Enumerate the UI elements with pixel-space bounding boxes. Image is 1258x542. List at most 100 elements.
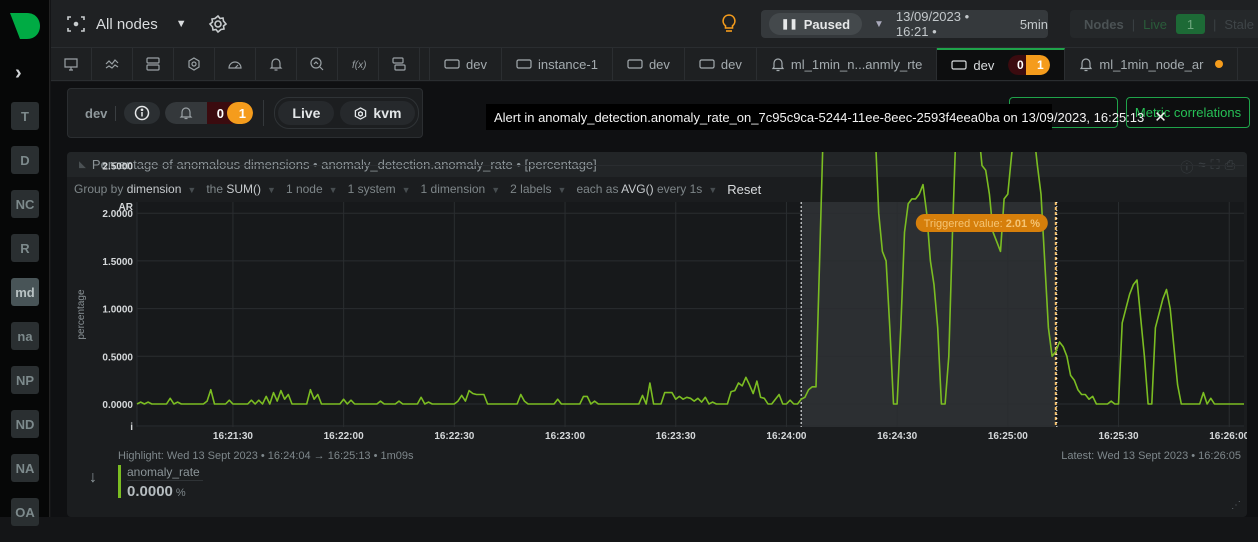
kubernetes-icon xyxy=(186,56,202,72)
main-content: dev 0 1 Live kvm Alert in anomaly_detect… xyxy=(51,82,1258,517)
live-count-badge[interactable]: 1 xyxy=(1176,14,1205,34)
lightbulb-icon[interactable] xyxy=(721,14,737,34)
latest-timestamp: Latest: Wed 13 Sept 2023 • 16:26:05 xyxy=(1061,450,1241,462)
tab-ml-1min-node-ar[interactable]: ml_1min_node_ar xyxy=(1065,48,1238,80)
kvm-button[interactable]: kvm xyxy=(340,101,415,125)
close-icon[interactable]: ✕ xyxy=(1154,108,1167,126)
tab-label: dev xyxy=(649,57,670,72)
nodes-status: Nodes | Live 1 | Stale xyxy=(1070,10,1258,38)
resize-handle-icon[interactable]: ⋰ xyxy=(1231,500,1241,511)
highlight-info: Highlight: Wed 13 Sept 2023 • 16:24:04 →… xyxy=(118,450,414,462)
x-tick-label: 16:22:00 xyxy=(324,431,364,442)
x-tick-label: 16:23:00 xyxy=(545,431,585,442)
chart-footer: Highlight: Wed 13 Sept 2023 • 16:24:04 →… xyxy=(67,447,1247,517)
chevron-down-icon[interactable]: ▼ xyxy=(874,19,884,30)
tab-divider xyxy=(420,48,430,80)
tab-label: dev xyxy=(466,57,487,72)
node-name: dev xyxy=(85,106,116,121)
space-np[interactable]: NP xyxy=(11,366,39,394)
tab-label: instance-1 xyxy=(538,57,598,72)
charts-icon xyxy=(104,56,120,72)
bell-icon xyxy=(1079,56,1093,72)
tab-label: dev xyxy=(973,58,994,73)
nodes-icon xyxy=(145,56,161,72)
tab-ml-1min-n-anmly-rte[interactable]: ml_1min_n...anmly_rte xyxy=(757,48,938,80)
y-tick-label: 0.0000 xyxy=(102,400,133,411)
info-icon xyxy=(134,105,150,121)
tab-dev[interactable]: dev xyxy=(613,48,685,80)
x-tick-label: 16:22:30 xyxy=(434,431,474,442)
tab-anomalies[interactable] xyxy=(297,48,338,80)
play-status: Paused xyxy=(804,17,850,32)
time-range-start[interactable]: 13/09/2023 • 16:21 • xyxy=(896,9,990,39)
pause-icon: ❚❚ xyxy=(781,19,798,30)
tab-dev[interactable]: dev xyxy=(685,48,757,80)
functions-icon: f(x) xyxy=(350,56,366,72)
node-icon xyxy=(516,58,532,70)
tab-events[interactable] xyxy=(379,48,420,80)
nodes-label: Nodes xyxy=(1084,17,1124,32)
tab-nodes[interactable] xyxy=(133,48,174,80)
tab-monitor[interactable] xyxy=(51,48,92,80)
live-status-button[interactable]: Live xyxy=(278,101,334,125)
space-d[interactable]: D xyxy=(11,146,39,174)
space-na[interactable]: na xyxy=(11,322,39,350)
legend-item[interactable]: anomaly_rate 0.0000% xyxy=(118,465,203,498)
space-md[interactable]: md xyxy=(11,278,39,306)
triggered-value-label: Triggered value: 2.01 % xyxy=(924,218,1041,230)
space-oa[interactable]: OA xyxy=(11,498,39,526)
metric-correlations-button[interactable]: Metric correlations xyxy=(1126,97,1250,128)
anomalies-icon xyxy=(309,56,325,72)
time-controls: ❚❚ Paused ▼ 13/09/2023 • 16:21 • 5min xyxy=(761,10,1048,38)
tab-dev[interactable]: dev01 xyxy=(937,48,1065,80)
left-sidebar: › TDNCRmdnaNPNDNAOA xyxy=(0,0,50,517)
tab-functions[interactable]: f(x) xyxy=(338,48,379,80)
spaces-list: TD NC Rmd na NP ND NA OA xyxy=(11,102,39,542)
chart-card: ◣ Percentage of anomalous dimensions • a… xyxy=(67,152,1247,517)
node-alerts-button[interactable]: 0 1 xyxy=(165,102,253,124)
pause-button[interactable]: ❚❚ Paused xyxy=(769,13,862,35)
divider xyxy=(263,100,264,126)
space-t[interactable]: T xyxy=(11,102,39,130)
monitor-icon xyxy=(63,56,79,72)
space-na[interactable]: NA xyxy=(11,454,39,482)
events-icon xyxy=(391,56,407,72)
tab-kubernetes[interactable] xyxy=(174,48,215,80)
x-tick-label: 16:25:00 xyxy=(988,431,1028,442)
tab-label: ml_1min_n...anmly_rte xyxy=(791,57,923,72)
node-icon xyxy=(951,59,967,71)
space-nd[interactable]: ND xyxy=(11,410,39,438)
node-selector[interactable]: All nodes ▼ xyxy=(66,14,187,34)
virtualization-icon xyxy=(354,107,367,120)
y-axis-label: percentage xyxy=(76,289,87,339)
warning-alerts-count: 1 xyxy=(227,102,253,124)
divider: | xyxy=(1213,17,1216,32)
tab-alerts[interactable] xyxy=(256,48,297,80)
gear-icon[interactable] xyxy=(208,14,228,34)
x-tick-label: 16:24:00 xyxy=(766,431,806,442)
node-selector-label: All nodes xyxy=(96,16,158,33)
arrow-down-icon[interactable]: ↓ xyxy=(89,469,97,487)
chevron-right-icon[interactable]: › xyxy=(15,62,22,85)
x-tick-label: 16:24:30 xyxy=(877,431,917,442)
chart-plot[interactable]: 0.00000.50001.00001.50002.00002.50003.00… xyxy=(67,152,1247,447)
tab-bar: f(x) dev instance-1 dev dev ml_1min_n...anmly… xyxy=(51,48,1258,81)
node-icon xyxy=(699,58,715,70)
space-r[interactable]: R xyxy=(11,234,39,262)
toast-message: Alert in anomaly_detection.anomaly_rate_… xyxy=(494,110,1144,125)
space-nc[interactable]: NC xyxy=(11,190,39,218)
node-status-group: Live kvm xyxy=(274,97,419,129)
live-label: Live xyxy=(292,105,320,121)
tab-dev[interactable]: dev xyxy=(430,48,502,80)
x-tick-label: 16:21:30 xyxy=(213,431,253,442)
netdata-logo-icon[interactable] xyxy=(9,12,41,40)
x-tick-label: 16:23:30 xyxy=(656,431,696,442)
tab-dashboard[interactable] xyxy=(215,48,256,80)
tab-instance-1[interactable]: instance-1 xyxy=(502,48,613,80)
time-range-duration[interactable]: 5min xyxy=(1020,17,1048,32)
tab-label: dev xyxy=(721,57,742,72)
kvm-label: kvm xyxy=(373,105,401,121)
svg-text:f(x): f(x) xyxy=(352,60,366,71)
node-info-button[interactable] xyxy=(124,102,160,124)
tab-charts[interactable] xyxy=(92,48,133,80)
